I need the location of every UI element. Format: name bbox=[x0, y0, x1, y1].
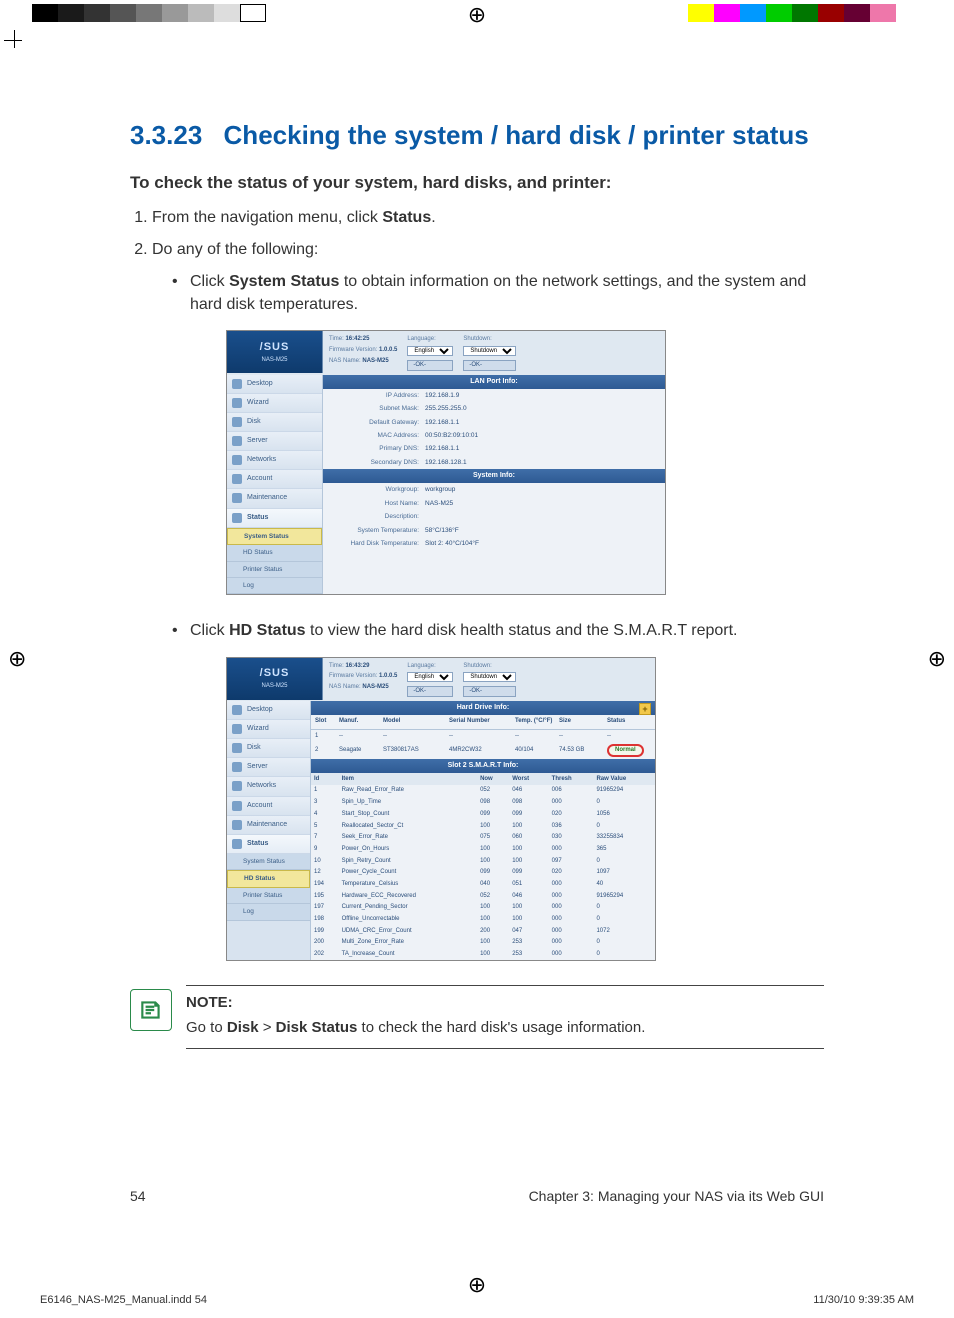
nav-item[interactable]: Account bbox=[227, 470, 322, 489]
smart-row: 197Current_Pending_Sector1001000000 bbox=[311, 902, 655, 914]
language-select[interactable]: English bbox=[407, 672, 453, 682]
brand-logo: /SUS NAS-M25 bbox=[227, 331, 323, 373]
note-text: Go to Disk > Disk Status to check the ha… bbox=[186, 1017, 824, 1038]
hd-row: 2SeagateST380817AS4MR2CW3240/10474.53 GB… bbox=[311, 742, 655, 759]
nav-subitem[interactable]: System Status bbox=[227, 528, 322, 545]
ok-button[interactable]: -OK- bbox=[407, 686, 453, 697]
nav-item[interactable]: Desktop bbox=[227, 701, 310, 720]
nav-item[interactable]: Maintenance bbox=[227, 489, 322, 508]
nav-subitem[interactable]: Printer Status bbox=[227, 888, 310, 904]
expand-icon[interactable]: + bbox=[639, 703, 651, 715]
nav-item[interactable]: Desktop bbox=[227, 375, 322, 394]
nav-subitem[interactable]: HD Status bbox=[227, 870, 310, 887]
nav-item[interactable]: Wizard bbox=[227, 720, 310, 739]
info-row: MAC Address:00:50:B2:09:10:01 bbox=[323, 429, 665, 442]
info-row: Subnet Mask:255.255.255.0 bbox=[323, 402, 665, 415]
nav-item[interactable]: Disk bbox=[227, 413, 322, 432]
info-row: Workgroup:workgroup bbox=[323, 483, 665, 496]
nav-item[interactable]: Account bbox=[227, 797, 310, 816]
smart-row: 10Spin_Retry_Count1001000970 bbox=[311, 855, 655, 867]
nav-item-status[interactable]: Status bbox=[227, 509, 322, 528]
bullet-hd-status: Click HD Status to view the hard disk he… bbox=[172, 619, 824, 961]
smart-row: 1Raw_Read_Error_Rate05204600691965294 bbox=[311, 785, 655, 797]
lan-port-info-title: LAN Port Info: bbox=[323, 375, 665, 389]
section-heading: 3.3.23 Checking the system / hard disk /… bbox=[130, 120, 824, 151]
imprint-line: E6146_NAS-M25_Manual.indd 54 11/30/10 9:… bbox=[40, 1294, 914, 1306]
imprint-datetime: 11/30/10 9:39:35 AM bbox=[813, 1294, 914, 1306]
nav-subitem[interactable]: Log bbox=[227, 904, 310, 920]
brand-logo: /SUS NAS-M25 bbox=[227, 658, 323, 700]
step-1: From the navigation menu, click Status. bbox=[152, 207, 824, 229]
smart-row: 5Reallocated_Sector_Ct1001000360 bbox=[311, 820, 655, 832]
nav-item[interactable]: Networks bbox=[227, 777, 310, 796]
screenshot-system-status: /SUS NAS-M25 Time: 16:42:25 Firmware Ver… bbox=[226, 330, 666, 595]
nav-item[interactable]: Maintenance bbox=[227, 816, 310, 835]
smart-row: 199UDMA_CRC_Error_Count2000470001072 bbox=[311, 925, 655, 937]
smart-row: 198Offline_Uncorrectable1001000000 bbox=[311, 914, 655, 926]
page-content: 3.3.23 Checking the system / hard disk /… bbox=[40, 50, 914, 1268]
bullet-system-status: Click System Status to obtain informatio… bbox=[172, 270, 824, 596]
nav-sidebar: DesktopWizardDiskServerNetworksAccountMa… bbox=[227, 701, 311, 960]
imprint-file: E6146_NAS-M25_Manual.indd 54 bbox=[40, 1294, 207, 1306]
screenshot-hd-status: /SUS NAS-M25 Time: 16:43:29 Firmware Ver… bbox=[226, 657, 656, 962]
registration-mark-icon: ⊕ bbox=[8, 646, 26, 672]
smart-row: 202TA_Increase_Count1002530000 bbox=[311, 949, 655, 961]
note-box: NOTE: Go to Disk > Disk Status to check … bbox=[130, 985, 824, 1049]
info-row: Hard Disk Temperature:Slot 2: 40°C/104°F bbox=[323, 537, 665, 550]
steps-list: From the navigation menu, click Status. … bbox=[152, 207, 824, 961]
crop-mark-icon bbox=[4, 30, 34, 60]
info-row: Description: bbox=[323, 510, 665, 523]
ok-button[interactable]: -OK- bbox=[407, 360, 453, 371]
smart-row: 195Hardware_ECC_Recovered052046000919652… bbox=[311, 890, 655, 902]
hd-info-title: Hard Drive Info: bbox=[311, 701, 655, 715]
ok-button[interactable]: -OK- bbox=[463, 686, 516, 697]
nav-item-status[interactable]: Status bbox=[227, 835, 310, 854]
smart-row: 4Start_Stop_Count0990990201056 bbox=[311, 808, 655, 820]
smart-row: 7Seek_Error_Rate07506003033255834 bbox=[311, 832, 655, 844]
step-2: Do any of the following: Click System St… bbox=[152, 239, 824, 961]
page-number: 54 bbox=[130, 1188, 146, 1204]
page-footer: 54 Chapter 3: Managing your NAS via its … bbox=[130, 1188, 824, 1204]
info-row: Host Name:NAS-M25 bbox=[323, 497, 665, 510]
nav-subitem[interactable]: HD Status bbox=[227, 545, 322, 561]
shutdown-select[interactable]: Shutdown bbox=[463, 672, 516, 682]
lead-text: To check the status of your system, hard… bbox=[130, 173, 824, 193]
nav-subitem[interactable]: Log bbox=[227, 578, 322, 594]
system-info-title: System Info: bbox=[323, 469, 665, 483]
nav-item[interactable]: Disk bbox=[227, 739, 310, 758]
nav-subitem[interactable]: Printer Status bbox=[227, 562, 322, 578]
section-title-text: Checking the system / hard disk / printe… bbox=[224, 120, 809, 150]
ok-button[interactable]: -OK- bbox=[463, 360, 516, 371]
smart-table: IdItemNowWorstThreshRaw Value 1Raw_Read_… bbox=[311, 773, 655, 960]
smart-row: 12Power_Cycle_Count0990990201097 bbox=[311, 867, 655, 879]
shutdown-select[interactable]: Shutdown bbox=[463, 346, 516, 356]
note-icon bbox=[130, 989, 172, 1031]
smart-info-title: Slot 2 S.M.A.R.T Info: bbox=[311, 759, 655, 773]
chapter-label: Chapter 3: Managing your NAS via its Web… bbox=[529, 1188, 824, 1204]
nav-item[interactable]: Wizard bbox=[227, 394, 322, 413]
nav-item[interactable]: Server bbox=[227, 758, 310, 777]
nav-sidebar: DesktopWizardDiskServerNetworksAccountMa… bbox=[227, 375, 323, 595]
info-row: System Temperature:58°C/136°F bbox=[323, 524, 665, 537]
registration-mark-icon: ⊕ bbox=[928, 646, 946, 672]
info-row: Secondary DNS:192.168.128.1 bbox=[323, 456, 665, 469]
smart-row: 200Multi_Zone_Error_Rate1002530000 bbox=[311, 937, 655, 949]
info-row: Default Gateway:192.168.1.1 bbox=[323, 416, 665, 429]
language-select[interactable]: English bbox=[407, 346, 453, 356]
nav-item[interactable]: Server bbox=[227, 432, 322, 451]
note-title: NOTE: bbox=[186, 994, 824, 1011]
info-row: IP Address:192.168.1.9 bbox=[323, 389, 665, 402]
smart-row: 3Spin_Up_Time0980980000 bbox=[311, 797, 655, 809]
nav-item[interactable]: Networks bbox=[227, 451, 322, 470]
smart-row: 194Temperature_Celsius04005100040 bbox=[311, 878, 655, 890]
nav-subitem[interactable]: System Status bbox=[227, 854, 310, 870]
info-row: Primary DNS:192.168.1.1 bbox=[323, 442, 665, 455]
registration-mark-icon: ⊕ bbox=[468, 2, 486, 28]
hd-row: 1------------ bbox=[311, 730, 655, 743]
smart-row: 9Power_On_Hours100100000365 bbox=[311, 843, 655, 855]
section-number: 3.3.23 bbox=[130, 120, 202, 150]
